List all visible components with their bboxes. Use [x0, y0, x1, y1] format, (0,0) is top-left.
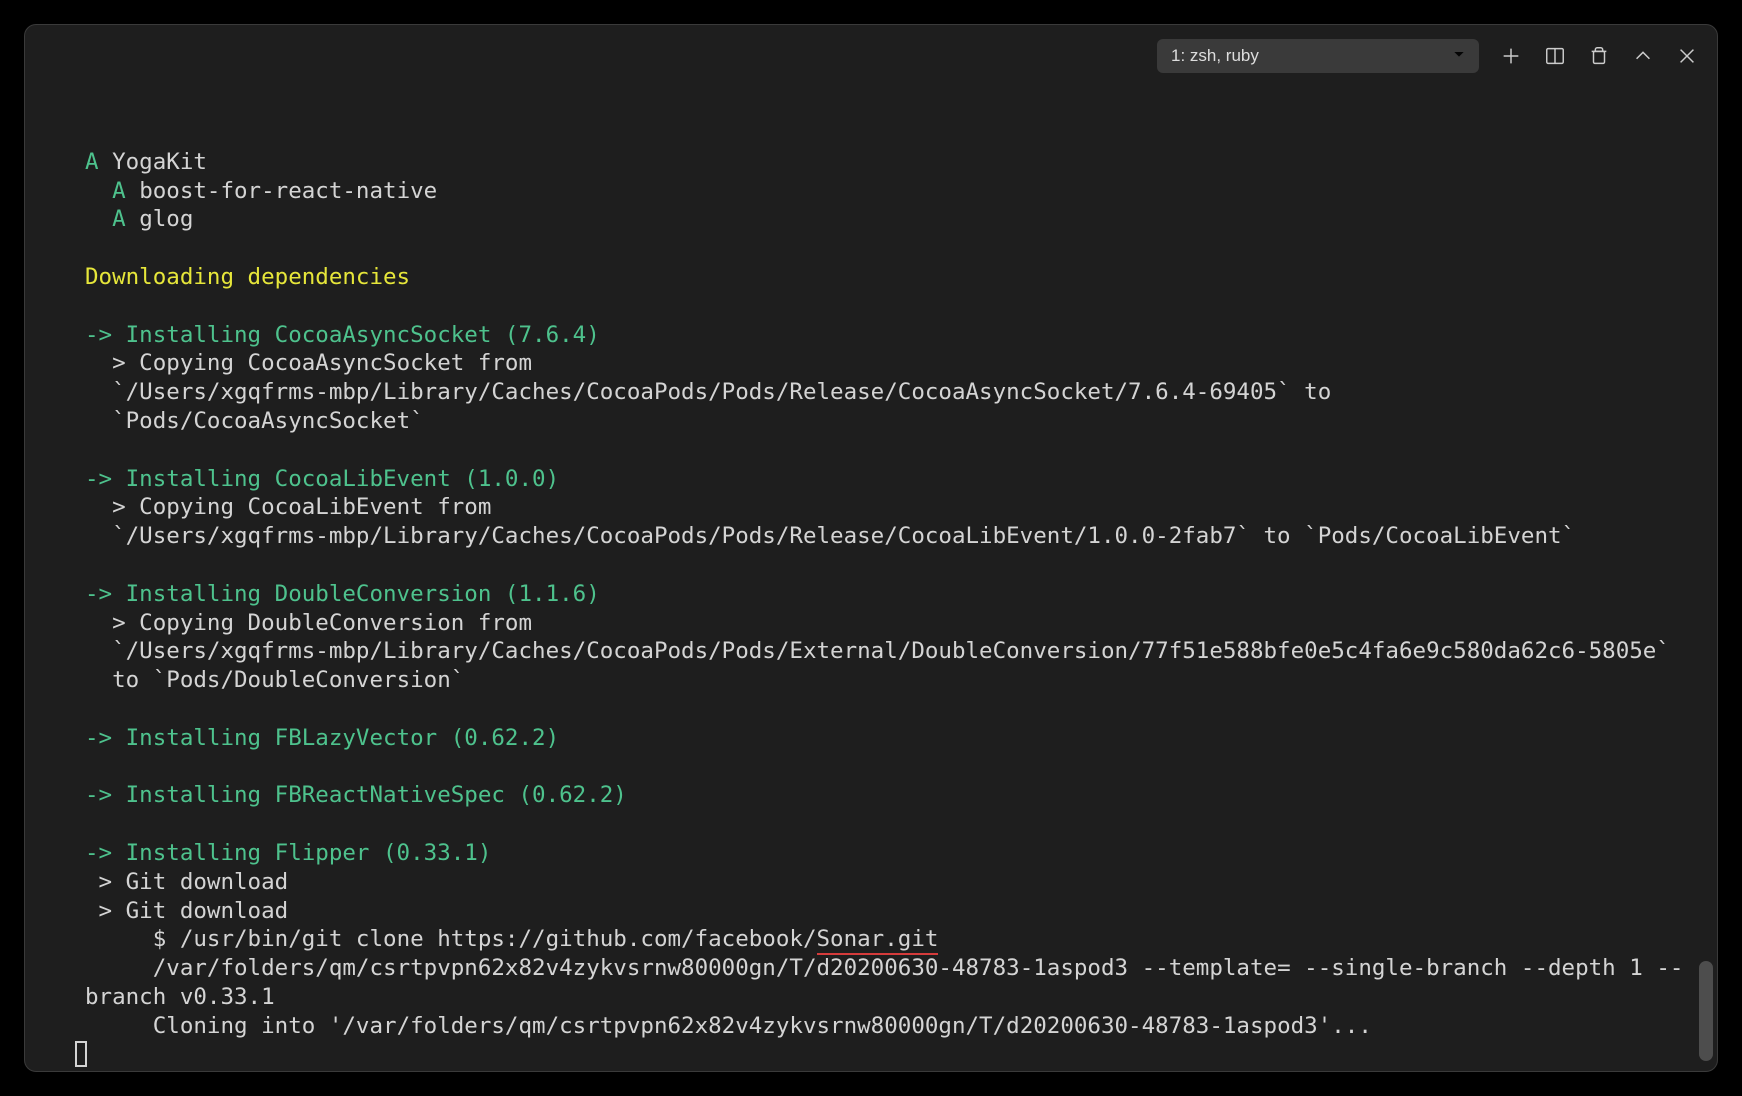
install-line: -> Installing CocoaAsyncSocket (7.6.4): [85, 322, 600, 348]
added-item: boost-for-react-native: [139, 178, 437, 204]
terminal-line: Cloning into '/var/folders/qm/csrtpvpn62…: [85, 1013, 1372, 1039]
dropdown-label: 1: zsh, ruby: [1171, 46, 1259, 66]
added-item: YogaKit: [112, 149, 207, 175]
install-line: -> Installing DoubleConversion (1.1.6): [85, 581, 600, 607]
added-prefix: A: [112, 178, 139, 204]
terminal-line: `/Users/xgqfrms-mbp/Library/Caches/Cocoa…: [85, 379, 1331, 405]
kill-terminal-button[interactable]: [1587, 44, 1611, 68]
added-item: glog: [139, 206, 193, 232]
install-line: -> Installing FBLazyVector (0.62.2): [85, 725, 559, 751]
chevron-down-icon: [1451, 46, 1467, 67]
terminal-line: /var/folders/qm/csrtpvpn62x82v4zykvsrnw8…: [85, 955, 1683, 1010]
close-panel-button[interactable]: [1675, 44, 1699, 68]
scrollbar-thumb[interactable]: [1699, 961, 1713, 1061]
install-line: -> Installing Flipper (0.33.1): [85, 840, 491, 866]
terminal-window: 1: zsh, ruby A YogaKit A boost-for-react…: [24, 24, 1718, 1072]
terminal-line: > Git download: [85, 898, 288, 924]
spellcheck-underline: Sonar.git: [817, 926, 939, 955]
terminal-output[interactable]: A YogaKit A boost-for-react-native A glo…: [25, 83, 1717, 1071]
install-line: -> Installing CocoaLibEvent (1.0.0): [85, 466, 559, 492]
terminal-line: to `Pods/DoubleConversion`: [85, 667, 464, 693]
terminal-line: `Pods/CocoaAsyncSocket`: [85, 408, 424, 434]
terminal-line: > Copying CocoaAsyncSocket from: [85, 350, 532, 376]
terminal-line: `/Users/xgqfrms-mbp/Library/Caches/Cocoa…: [85, 523, 1575, 549]
added-prefix: A: [85, 149, 112, 175]
added-prefix: A: [112, 206, 139, 232]
chevron-up-icon[interactable]: [1631, 44, 1655, 68]
terminal-cursor: [75, 1041, 87, 1067]
new-terminal-button[interactable]: [1499, 44, 1523, 68]
terminal-toolbar: 1: zsh, ruby: [25, 25, 1717, 83]
terminal-line: > Copying DoubleConversion from: [85, 610, 532, 636]
section-header: Downloading dependencies: [85, 264, 410, 290]
terminal-line: $ /usr/bin/git clone https://github.com/…: [85, 926, 938, 955]
terminal-line: > Copying CocoaLibEvent from: [85, 494, 491, 520]
split-terminal-button[interactable]: [1543, 44, 1567, 68]
terminal-line: `/Users/xgqfrms-mbp/Library/Caches/Cocoa…: [85, 638, 1670, 664]
terminal-session-dropdown[interactable]: 1: zsh, ruby: [1157, 39, 1479, 73]
terminal-line: > Git download: [85, 869, 288, 895]
install-line: -> Installing FBReactNativeSpec (0.62.2): [85, 782, 627, 808]
